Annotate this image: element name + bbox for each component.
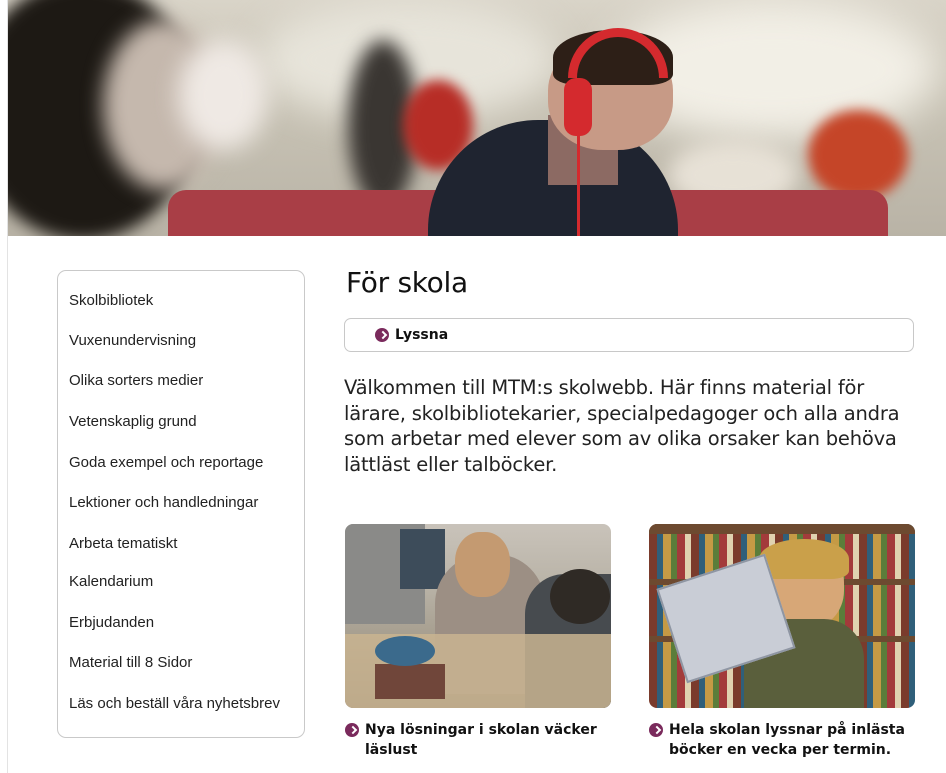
listen-bar: Lyssna [344, 318, 914, 352]
boy-with-book-photo [649, 524, 915, 708]
page-title: För skola [346, 266, 468, 299]
news-card-2-title-line2: böcker en vecka per termin. [669, 742, 892, 758]
classroom-photo [345, 524, 611, 708]
arrow-right-circle-icon [375, 328, 389, 342]
intro-text: Välkommen till MTM:s skolwebb. Här finns… [344, 376, 900, 476]
listen-button[interactable]: Lyssna [375, 327, 448, 343]
news-card-1[interactable]: Nya lösningar i skolan väcker läslust [345, 524, 611, 760]
sidebar-item-lektioner[interactable]: Lektioner och handledningar [69, 494, 258, 511]
news-card-1-title-line1: Nya lösningar i skolan väcker [365, 722, 597, 738]
sidebar-nav: Skolbibliotek Vuxenundervisning Olika so… [57, 270, 305, 738]
sidebar-item-kalendarium[interactable]: Kalendarium [69, 573, 153, 590]
arrow-right-circle-icon [345, 723, 359, 737]
sidebar-item-olika-sorters-medier[interactable]: Olika sorters medier [69, 372, 203, 389]
news-card-2[interactable]: Hela skolan lyssnar på inlästa böcker en… [649, 524, 915, 760]
listen-label: Lyssna [395, 327, 449, 343]
news-card-2-title-line1: Hela skolan lyssnar på inlästa [669, 722, 905, 738]
sidebar-item-goda-exempel[interactable]: Goda exempel och reportage [69, 454, 263, 471]
sidebar-item-vuxenundervisning[interactable]: Vuxenundervisning [69, 332, 196, 349]
sidebar-item-nyhetsbrev[interactable]: Läs och beställ våra nyhetsbrev [69, 695, 280, 712]
sidebar-item-erbjudanden[interactable]: Erbjudanden [69, 614, 154, 631]
sidebar-item-arbeta-tematiskt[interactable]: Arbeta tematiskt [69, 535, 177, 552]
sidebar-item-vetenskaplig-grund[interactable]: Vetenskaplig grund [69, 413, 197, 430]
news-card-1-title-line2: läslust [365, 742, 418, 758]
arrow-right-circle-icon [649, 723, 663, 737]
hero-image [8, 0, 946, 236]
sidebar-item-material-8-sidor[interactable]: Material till 8 Sidor [69, 654, 192, 671]
sidebar-item-skolbibliotek[interactable]: Skolbibliotek [69, 292, 153, 309]
page-left-edge [0, 0, 8, 773]
